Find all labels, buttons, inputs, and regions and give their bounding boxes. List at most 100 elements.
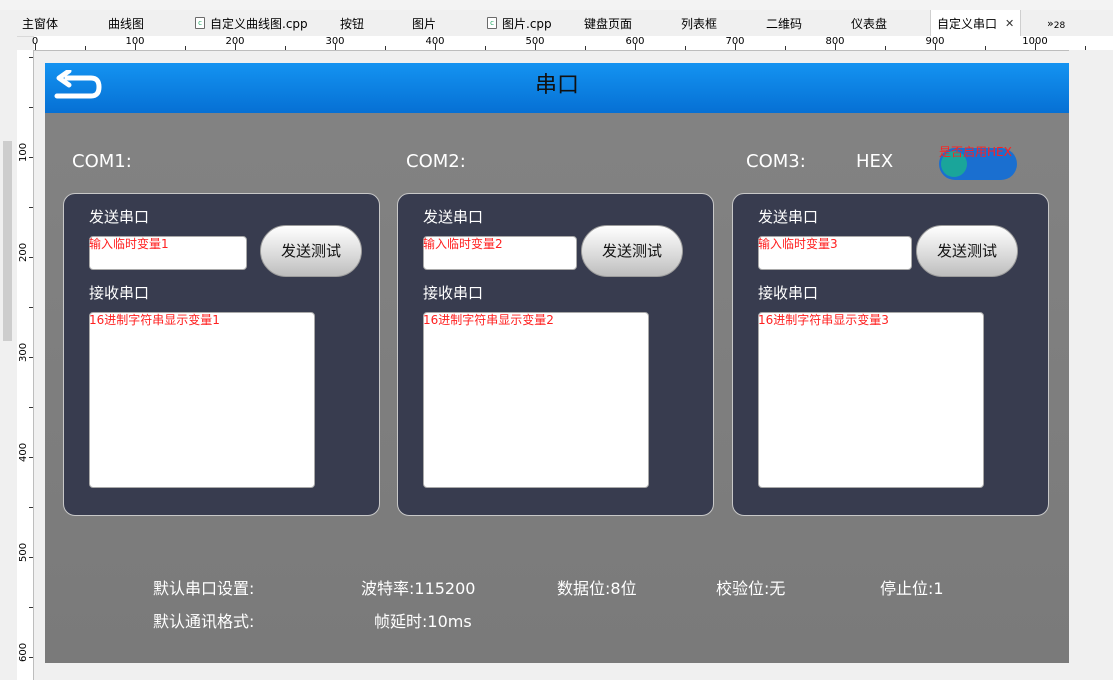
- ruler-tick: [185, 46, 186, 50]
- ruler-tick: [29, 107, 33, 108]
- frame-delay-text: 帧延时:10ms: [374, 612, 472, 631]
- stop-bits-text: 停止位:1: [880, 579, 944, 598]
- tab-curve[interactable]: 曲线图: [108, 10, 166, 83]
- ruler-tick: [29, 507, 33, 508]
- com2-receive-box[interactable]: 16进制字符串显示变量2: [423, 312, 649, 488]
- send-port-label: 发送串口: [758, 208, 819, 226]
- tab-label: 键盘页面: [584, 16, 633, 31]
- com3-send-input[interactable]: 输入临时变量3: [758, 236, 912, 270]
- tab-label: 自定义串口: [937, 16, 998, 31]
- tab-main-window[interactable]: 主窗体: [22, 10, 80, 83]
- com2-send-test-button[interactable]: 发送测试: [581, 225, 683, 277]
- canvas-gutter: [1069, 50, 1113, 680]
- ruler-tick: [29, 657, 33, 658]
- ruler-tick: [135, 43, 136, 50]
- ruler-tick: [29, 207, 33, 208]
- ruler-tick: [335, 43, 336, 50]
- ruler-tick: [29, 457, 33, 458]
- com3-receive-box[interactable]: 16进制字符串显示变量3: [758, 312, 984, 488]
- tab-custom-curve-cpp[interactable]: c 自定义曲线图.cpp: [195, 10, 308, 36]
- ruler-tick: [235, 43, 236, 50]
- send-input-placeholder: 输入临时变量2: [423, 237, 503, 251]
- ruler-tick: [29, 307, 33, 308]
- tab-list-box[interactable]: 列表框: [681, 10, 739, 83]
- overflow-arrow-icon: »: [1047, 16, 1054, 30]
- tab-label: 二维码: [766, 16, 803, 31]
- parity-text: 校验位:无: [716, 579, 786, 598]
- ruler-tick: [435, 43, 436, 50]
- ruler-tick: [29, 407, 33, 408]
- cpp-file-icon: c: [487, 17, 497, 29]
- tab-image[interactable]: 图片: [412, 10, 470, 83]
- receive-port-label: 接收串口: [758, 284, 819, 302]
- tab-label: 主窗体: [22, 16, 59, 31]
- send-input-placeholder: 输入临时变量1: [89, 237, 169, 251]
- tab-label: 列表框: [681, 16, 718, 31]
- ruler-tick: [29, 57, 33, 58]
- com1-send-input[interactable]: 输入临时变量1: [89, 236, 247, 270]
- send-port-label: 发送串口: [89, 208, 150, 226]
- tab-label: 图片.cpp: [502, 16, 552, 31]
- ruler-tick: [635, 43, 636, 50]
- baud-rate-text: 波特率:115200: [361, 579, 476, 598]
- tab-gauge[interactable]: 仪表盘: [851, 10, 909, 83]
- com1-panel: 发送串口 输入临时变量1 发送测试 接收串口 16进制字符串显示变量1: [63, 193, 380, 516]
- receive-box-placeholder: 16进制字符串显示变量2: [423, 313, 554, 327]
- ruler-tick: [835, 43, 836, 50]
- receive-port-label: 接收串口: [89, 284, 150, 302]
- ruler-label: 300: [18, 342, 29, 362]
- ruler-tick: [685, 46, 686, 50]
- tab-keyboard-page[interactable]: 键盘页面: [584, 10, 642, 83]
- ruler-tick: [285, 46, 286, 50]
- tab-button[interactable]: 按钮: [340, 10, 398, 83]
- ruler-tick: [985, 46, 986, 50]
- tab-overflow-button[interactable]: » 28: [1047, 10, 1065, 36]
- tab-label: 自定义曲线图.cpp: [210, 16, 308, 31]
- com1-receive-box[interactable]: 16进制字符串显示变量1: [89, 312, 315, 488]
- ruler-tick: [1035, 43, 1036, 50]
- ruler-label: 200: [18, 242, 29, 262]
- ruler-tick: [29, 257, 33, 258]
- hex-label: HEX: [856, 151, 894, 172]
- hex-toggle-label: 是否启用HEX: [939, 145, 1012, 159]
- data-bits-text: 数据位:8位: [557, 579, 637, 598]
- ruler-tick: [29, 557, 33, 558]
- receive-box-placeholder: 16进制字符串显示变量1: [89, 313, 220, 327]
- com2-send-input[interactable]: 输入临时变量2: [423, 236, 577, 270]
- ruler-tick: [885, 46, 886, 50]
- tab-qrcode[interactable]: 二维码: [766, 10, 824, 83]
- receive-port-label: 接收串口: [423, 284, 484, 302]
- left-panel: [0, 36, 17, 680]
- default-comm-format-label: 默认通讯格式:: [153, 612, 255, 631]
- receive-box-placeholder: 16进制字符串显示变量3: [758, 313, 889, 327]
- tab-label: 曲线图: [108, 16, 145, 31]
- com1-send-test-button[interactable]: 发送测试: [260, 225, 362, 277]
- com3-label: COM3:: [746, 151, 806, 172]
- close-tab-icon[interactable]: ✕: [1005, 17, 1014, 30]
- tab-custom-serial[interactable]: 自定义串口 ✕: [930, 10, 1022, 83]
- com3-send-test-button[interactable]: 发送测试: [916, 225, 1018, 277]
- ruler-tick: [29, 157, 33, 158]
- com2-label: COM2:: [406, 151, 466, 172]
- ruler-label: 100: [18, 142, 29, 162]
- ruler-tick: [585, 46, 586, 50]
- send-input-placeholder: 输入临时变量3: [758, 237, 838, 251]
- tab-image-cpp[interactable]: c 图片.cpp: [487, 10, 552, 36]
- left-scrollbar[interactable]: [3, 141, 12, 341]
- ruler-tick: [35, 43, 36, 50]
- ruler-tick: [735, 43, 736, 50]
- horizontal-ruler: 0 100 200 300 400 500 600 700 800 900 10…: [32, 36, 1113, 51]
- tab-label: 按钮: [340, 16, 365, 31]
- ruler-tick: [85, 46, 86, 50]
- document-tab-bar: 主窗体 曲线图 c 自定义曲线图.cpp 按钮 图片 c 图片.cpp 键盘页面 列…: [0, 10, 1113, 83]
- ruler-tick: [785, 46, 786, 50]
- cpp-file-icon: c: [195, 17, 205, 29]
- ruler-tick: [535, 43, 536, 50]
- hex-toggle[interactable]: 是否启用HEX: [939, 145, 1017, 180]
- ruler-tick: [935, 43, 936, 50]
- toolbar-strip: [0, 0, 1113, 10]
- ruler-label: 500: [18, 542, 29, 562]
- ruler-tick: [29, 357, 33, 358]
- com1-label: COM1:: [72, 151, 132, 172]
- ruler-label: 400: [18, 442, 29, 462]
